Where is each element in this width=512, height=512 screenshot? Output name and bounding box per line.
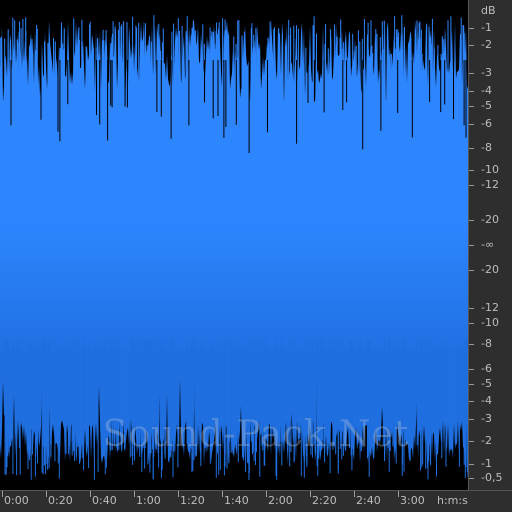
db-tick-label: -6: [481, 117, 492, 130]
time-tick-mark: [222, 491, 223, 497]
db-tick-mark: [469, 384, 474, 385]
db-tick-label: -5: [481, 377, 492, 390]
db-tick-mark: [469, 478, 474, 479]
db-tick-mark: [469, 73, 474, 74]
db-tick-mark: [469, 106, 474, 107]
time-tick-label: 0:20: [48, 494, 73, 507]
time-tick-mark: [266, 491, 267, 497]
db-tick-label: -0,5: [481, 471, 503, 484]
db-tick-label: -1: [481, 21, 492, 34]
waveform-display[interactable]: [0, 0, 468, 490]
db-tick-mark: [469, 369, 474, 370]
time-scale-ruler: h:m:s 0:00 0:20 0:40 1:00 1:20 1:40 2:00 2:20 2:…: [0, 490, 512, 512]
db-tick-label: -10: [481, 163, 499, 176]
db-tick-mark: [469, 28, 474, 29]
db-tick-mark: [469, 344, 474, 345]
db-tick-label: -8: [481, 337, 492, 350]
db-tick-label: -1: [481, 457, 492, 470]
db-tick-mark: [469, 91, 474, 92]
db-tick-label: -3: [481, 66, 492, 79]
time-tick-mark: [354, 491, 355, 497]
waveform-graph[interactable]: [0, 0, 468, 490]
db-tick-label: -12: [481, 178, 499, 191]
time-tick-mark: [310, 491, 311, 497]
db-tick-mark: [469, 185, 474, 186]
db-unit-label: dB: [481, 4, 496, 17]
time-tick-label: 2:20: [312, 494, 337, 507]
db-tick-label: -5: [481, 99, 492, 112]
time-tick-mark: [398, 491, 399, 497]
time-tick-mark: [2, 491, 3, 497]
db-tick-label: -2: [481, 434, 492, 447]
db-scale-ruler: dB -1 -2 -3 -4 -5 -6 -8 -10 -12 -20 -∞ -20 -12 -10 -8 -…: [468, 0, 512, 490]
time-tick-label: 0:40: [92, 494, 117, 507]
time-tick-mark: [46, 491, 47, 497]
time-tick-mark: [134, 491, 135, 497]
time-tick-label: 2:00: [268, 494, 293, 507]
db-tick-label: -6: [481, 362, 492, 375]
db-tick-mark: [469, 245, 474, 246]
db-tick-mark: [469, 323, 474, 324]
db-tick-label: -12: [481, 301, 499, 314]
db-tick-label: -4: [481, 84, 492, 97]
db-tick-mark: [469, 45, 474, 46]
time-tick-mark: [178, 491, 179, 497]
time-tick-label: 0:00: [4, 494, 29, 507]
time-unit-label: h:m:s: [437, 494, 468, 507]
db-tick-mark: [469, 419, 474, 420]
time-tick-label: 1:20: [180, 494, 205, 507]
db-tick-label: -3: [481, 412, 492, 425]
time-tick-mark: [90, 491, 91, 497]
db-tick-mark: [469, 220, 474, 221]
db-tick-label: -20: [481, 213, 499, 226]
audio-editor-view: dB -1 -2 -3 -4 -5 -6 -8 -10 -12 -20 -∞ -20 -12 -10 -8 -…: [0, 0, 512, 512]
db-tick-label: -20: [481, 263, 499, 276]
db-tick-label: -2: [481, 38, 492, 51]
db-tick-label: -4: [481, 394, 492, 407]
db-tick-mark: [469, 401, 474, 402]
db-tick-mark: [469, 148, 474, 149]
time-tick-label: 1:40: [224, 494, 249, 507]
time-tick-label: 2:40: [356, 494, 381, 507]
time-tick-label: 3:00: [400, 494, 425, 507]
db-tick-mark: [469, 464, 474, 465]
db-tick-label: -8: [481, 141, 492, 154]
db-tick-label: -10: [481, 316, 499, 329]
db-tick-label: -∞: [481, 238, 495, 251]
db-tick-mark: [469, 270, 474, 271]
time-tick-label: 1:00: [136, 494, 161, 507]
db-tick-mark: [469, 170, 474, 171]
db-tick-mark: [469, 308, 474, 309]
db-tick-mark: [469, 124, 474, 125]
db-tick-mark: [469, 441, 474, 442]
waveform-body: [0, 100, 468, 360]
